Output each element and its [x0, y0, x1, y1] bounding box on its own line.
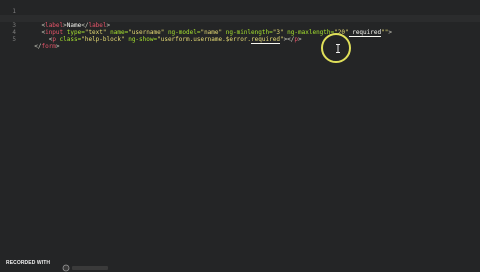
- code-token: >: [55, 43, 60, 50]
- code-line-4[interactable]: 4 <p class="help-block" ng-show="userfor…: [0, 22, 480, 44]
- code-line-5[interactable]: 5 </form>: [0, 29, 480, 50]
- recorder-logo-icon: [62, 264, 108, 272]
- code-line-3[interactable]: 3 <input type="text" name="username" ng-…: [0, 15, 480, 37]
- code-text[interactable]: </form>: [27, 43, 60, 50]
- code-editor[interactable]: 1 <form name="userform" ng-submit="add(u…: [0, 0, 480, 270]
- code-token: "userform.username.$error.: [157, 36, 252, 43]
- code-token: "help-block": [81, 36, 125, 43]
- line-number: 5: [12, 36, 16, 43]
- code-line-2[interactable]: 2 <label>Name</label>: [0, 8, 480, 29]
- code-text[interactable]: <p class="help-block" ng-show="userform.…: [27, 36, 302, 44]
- code-token: required: [251, 36, 280, 44]
- code-token: >: [298, 36, 302, 43]
- recorder-watermark: RECORDED WITH: [6, 260, 51, 266]
- code-token: ng-show=: [124, 36, 158, 43]
- code-line-1[interactable]: 1 <form name="userform" ng-submit="add(u…: [0, 1, 480, 22]
- code-token: form: [41, 43, 56, 50]
- code-token: class=: [55, 36, 82, 43]
- ibeam-cursor-icon: [336, 44, 340, 53]
- code-token: ></: [283, 36, 295, 43]
